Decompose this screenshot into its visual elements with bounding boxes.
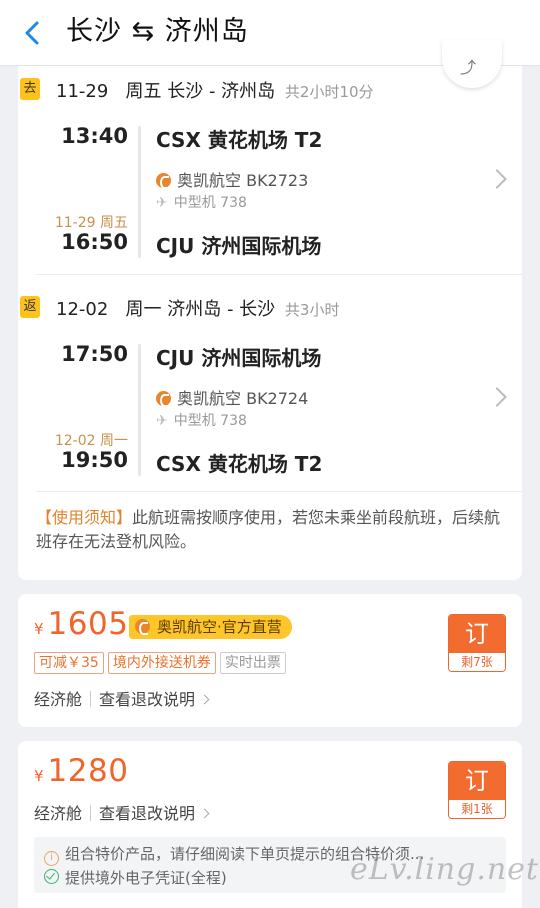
separator [90,691,92,707]
arrival-date: 12-02 周一 [54,433,128,449]
info-icon: i [44,851,59,866]
flight-number: 奥凯航空 BK2724 [177,389,309,408]
return-segment[interactable]: 返 12-02 周一 济州岛 - 长沙 共3小时 17:50 CJU 济州国际机… [18,284,522,484]
benefit-tags: 可减￥35 境内外接送机券 实时出票 [34,652,290,674]
chevron-right-icon [199,808,210,819]
return-weekday: 周一 [125,299,162,320]
usage-notice: 【使用须知】此航班需按顺序使用，若您未乘坐前段航班，后续航班存在无法登机风险。 [36,506,506,554]
price-row: ¥1280 [34,753,128,789]
outbound-weekday: 周五 [125,81,162,102]
site-watermark: eLv.ling.net [350,852,539,887]
price: 1280 [47,753,129,789]
book-label: 订 [449,615,505,653]
discount-tag: 可减￥35 [34,652,104,674]
outbound-header: 11-29 周五 长沙 - 济州岛 共2小时10分 [56,77,374,103]
refund-rules-link[interactable]: 查看退改说明 [99,804,195,823]
price-row: ¥1605 [34,606,128,642]
price: 1605 [47,606,129,642]
outbound-segment[interactable]: 去 11-29 周五 长沙 - 济州岛 共2小时10分 13:40 CSX 黄花… [18,66,522,286]
separator [90,805,92,821]
badge-label: 奥凯航空·官方直营 [157,618,282,636]
flight-number: 奥凯航空 BK2723 [177,171,309,190]
chevron-right-icon[interactable] [487,387,507,407]
arrival-time: 16:50 [61,230,128,254]
cabin-row: 经济舱 查看退改说明 [34,686,210,710]
airplane-icon: ✈ [156,195,168,211]
arrival-airport: CJU 济州国际机场 [156,234,322,258]
instant-ticket-tag: 实时出票 [219,652,286,674]
share-icon: ⤴ [460,58,477,77]
departure-airport: CSX 黄花机场 T2 [156,128,323,152]
cabin-row: 经济舱 查看退改说明 [34,800,210,824]
cabin-class: 经济舱 [34,804,83,823]
route-title: 长沙 ⇆ 济州岛 [66,16,249,47]
segment-divider [36,274,522,275]
arrival-airport: CSX 黄花机场 T2 [156,452,323,476]
fare-offer-card[interactable]: ¥1605 奥凯航空·官方直营 可减￥35 境内外接送机券 实时出票 经济舱 查看退改… [18,594,522,727]
voucher-text: 提供境外电子凭证(全程) [65,869,227,887]
okay-airways-logo-icon [156,391,171,407]
okay-airways-logo-icon [135,619,150,635]
currency-symbol: ¥ [34,620,44,638]
cabin-class: 经济舱 [34,690,83,709]
notice-highlight: 【使用须知】 [36,508,133,527]
currency-symbol: ¥ [34,767,44,785]
timeline-bar [138,344,141,476]
chevron-right-icon[interactable] [487,169,507,189]
departure-airport: CJU 济州国际机场 [156,346,322,370]
book-button[interactable]: 订 剩7张 [448,614,506,672]
return-route: 济州岛 - 长沙 [167,299,276,320]
back-arrow-icon[interactable] [18,18,48,48]
arrival-date: 11-29 周五 [54,215,128,231]
departure-time: 17:50 [61,342,128,366]
return-tag: 返 [20,296,40,318]
book-label: 订 [449,762,505,800]
book-button[interactable]: 订 剩1张 [448,761,506,819]
check-circle-icon [44,869,59,884]
airplane-icon: ✈ [156,413,168,429]
refund-rules-link[interactable]: 查看退改说明 [99,690,195,709]
seats-remaining: 剩1张 [449,800,505,818]
return-date: 12-02 [56,299,109,320]
outbound-tag: 去 [20,78,40,100]
aircraft-info: ✈ 中型机 738 [156,410,247,430]
outbound-route: 长沙 - 济州岛 [167,81,276,102]
official-store-badge: 奥凯航空·官方直营 [129,615,292,639]
segment-divider [36,491,522,492]
return-duration: 共3小时 [284,301,340,319]
aircraft-info: ✈ 中型机 738 [156,192,247,212]
okay-airways-logo-icon [156,173,171,189]
seats-remaining: 剩7张 [449,653,505,671]
arrival-time: 19:50 [61,448,128,472]
voucher-info: 提供境外电子凭证(全程) [44,867,227,888]
flight-detail-card: 去 11-29 周五 长沙 - 济州岛 共2小时10分 13:40 CSX 黄花… [18,66,522,580]
airline-info: 奥凯航空 BK2723 [156,167,308,191]
aircraft-type: 中型机 738 [173,413,247,429]
outbound-duration: 共2小时10分 [284,83,374,101]
outbound-date: 11-29 [56,81,109,102]
airline-info: 奥凯航空 BK2724 [156,385,308,409]
chevron-right-icon [199,694,210,705]
departure-time: 13:40 [61,124,128,148]
aircraft-type: 中型机 738 [173,195,247,211]
transfer-coupon-tag: 境内外接送机券 [107,652,216,674]
return-header: 12-02 周一 济州岛 - 长沙 共3小时 [56,295,339,321]
timeline-bar [138,126,141,258]
